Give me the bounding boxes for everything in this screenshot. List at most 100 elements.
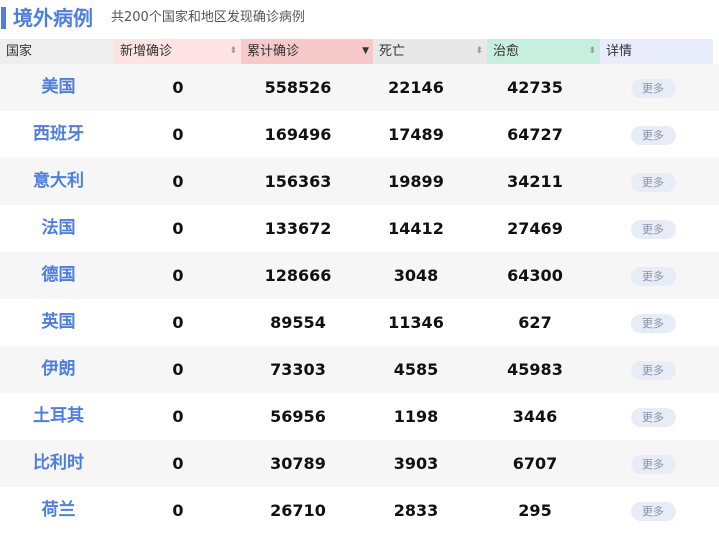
deaths-cell: 11346 [388,313,444,332]
new-cases-cell: 0 [172,454,184,473]
page-header: 境外病例 共200个国家和地区发现确诊病例 [0,0,719,38]
table-row: 法国 0 133672 14412 27469 更多 [0,205,719,252]
table-header: 国家 新增确诊 ⬍ 累计确诊 ▼ 死亡 ⬍ 治愈 ⬍ 详情 [0,39,713,64]
country-cell[interactable]: 美国 [0,64,117,111]
more-button[interactable]: 更多 [630,455,676,474]
detail-cell: 更多 [595,158,711,205]
detail-cell: 更多 [595,346,711,393]
new-cases-cell: 0 [172,78,184,97]
total-cases-cell: 26710 [270,501,326,520]
deaths-cell: 14412 [388,219,444,238]
more-button[interactable]: 更多 [630,408,676,427]
detail-cell: 更多 [595,205,711,252]
table-row: 西班牙 0 169496 17489 64727 更多 [0,111,719,158]
country-cell[interactable]: 意大利 [0,158,117,205]
total-cases-cell: 89554 [270,313,326,332]
new-cases-cell: 0 [172,501,184,520]
deaths-cell: 22146 [388,78,444,97]
detail-cell: 更多 [595,299,711,346]
country-cell[interactable]: 土耳其 [0,393,117,440]
table-row: 美国 0 558526 22146 42735 更多 [0,64,719,111]
country-cell[interactable]: 比利时 [0,440,117,487]
new-cases-cell: 0 [172,313,184,332]
column-header-country: 国家 [0,39,114,64]
column-header-label: 累计确诊 [247,44,300,59]
country-cell[interactable]: 西班牙 [0,111,117,158]
cured-cell: 3446 [512,407,558,426]
column-header-death[interactable]: 死亡 ⬍ [373,39,487,64]
cured-cell: 45983 [507,360,563,379]
detail-cell: 更多 [595,487,711,534]
cured-cell: 42735 [507,78,563,97]
cured-cell: 64300 [507,266,563,285]
total-cases-cell: 133672 [264,219,332,238]
more-button[interactable]: 更多 [630,126,676,145]
more-button[interactable]: 更多 [630,502,676,521]
table-row: 意大利 0 156363 19899 34211 更多 [0,158,719,205]
cured-cell: 6707 [512,454,558,473]
new-cases-cell: 0 [172,266,184,285]
deaths-cell: 17489 [388,125,444,144]
deaths-cell: 4585 [393,360,439,379]
country-cell[interactable]: 荷兰 [0,487,117,534]
country-cell[interactable]: 法国 [0,205,117,252]
table-row: 伊朗 0 73303 4585 45983 更多 [0,346,719,393]
country-cell[interactable]: 德国 [0,252,117,299]
country-cell[interactable]: 伊朗 [0,346,117,393]
column-header-detail: 详情 [600,39,713,64]
new-cases-cell: 0 [172,219,184,238]
deaths-cell: 2833 [393,501,439,520]
column-header-total[interactable]: 累计确诊 ▼ [241,39,373,64]
more-button[interactable]: 更多 [630,220,676,239]
cured-cell: 295 [518,501,552,520]
deaths-cell: 3903 [393,454,439,473]
cured-cell: 27469 [507,219,563,238]
detail-cell: 更多 [595,252,711,299]
new-cases-cell: 0 [172,407,184,426]
more-button[interactable]: 更多 [630,314,676,333]
total-cases-cell: 30789 [270,454,326,473]
column-header-label: 国家 [6,44,33,59]
country-cell[interactable]: 英国 [0,299,117,346]
column-header-label: 新增确诊 [120,44,173,59]
detail-cell: 更多 [595,440,711,487]
cured-cell: 34211 [507,172,563,191]
total-cases-cell: 156363 [264,172,332,191]
page-subtitle: 共200个国家和地区发现确诊病例 [111,10,305,25]
sort-icon[interactable]: ⬍ [475,39,483,64]
deaths-cell: 1198 [393,407,439,426]
cured-cell: 627 [518,313,552,332]
new-cases-cell: 0 [172,360,184,379]
total-cases-cell: 128666 [264,266,332,285]
more-button[interactable]: 更多 [630,361,676,380]
deaths-cell: 19899 [388,172,444,191]
total-cases-cell: 73303 [270,360,326,379]
more-button[interactable]: 更多 [630,79,676,98]
cured-cell: 64727 [507,125,563,144]
column-header-cured[interactable]: 治愈 ⬍ [487,39,600,64]
detail-cell: 更多 [595,111,711,158]
column-header-new[interactable]: 新增确诊 ⬍ [114,39,241,64]
new-cases-cell: 0 [172,125,184,144]
sort-icon[interactable]: ⬍ [588,39,596,64]
table-row: 英国 0 89554 11346 627 更多 [0,299,719,346]
detail-cell: 更多 [595,393,711,440]
total-cases-cell: 169496 [264,125,332,144]
total-cases-cell: 558526 [264,78,332,97]
table-row: 荷兰 0 26710 2833 295 更多 [0,487,719,534]
total-cases-cell: 56956 [270,407,326,426]
more-button[interactable]: 更多 [630,267,676,286]
column-header-label: 详情 [606,44,633,59]
deaths-cell: 3048 [393,266,439,285]
table-row: 比利时 0 30789 3903 6707 更多 [0,440,719,487]
more-button[interactable]: 更多 [630,173,676,192]
new-cases-cell: 0 [172,172,184,191]
detail-cell: 更多 [595,64,711,111]
column-header-label: 治愈 [493,44,520,59]
table-row: 德国 0 128666 3048 64300 更多 [0,252,719,299]
sort-desc-icon[interactable]: ▼ [362,39,369,64]
title-accent-bar [1,7,6,29]
sort-icon[interactable]: ⬍ [229,39,237,64]
table-row: 土耳其 0 56956 1198 3446 更多 [0,393,719,440]
page-title: 境外病例 [13,6,93,30]
